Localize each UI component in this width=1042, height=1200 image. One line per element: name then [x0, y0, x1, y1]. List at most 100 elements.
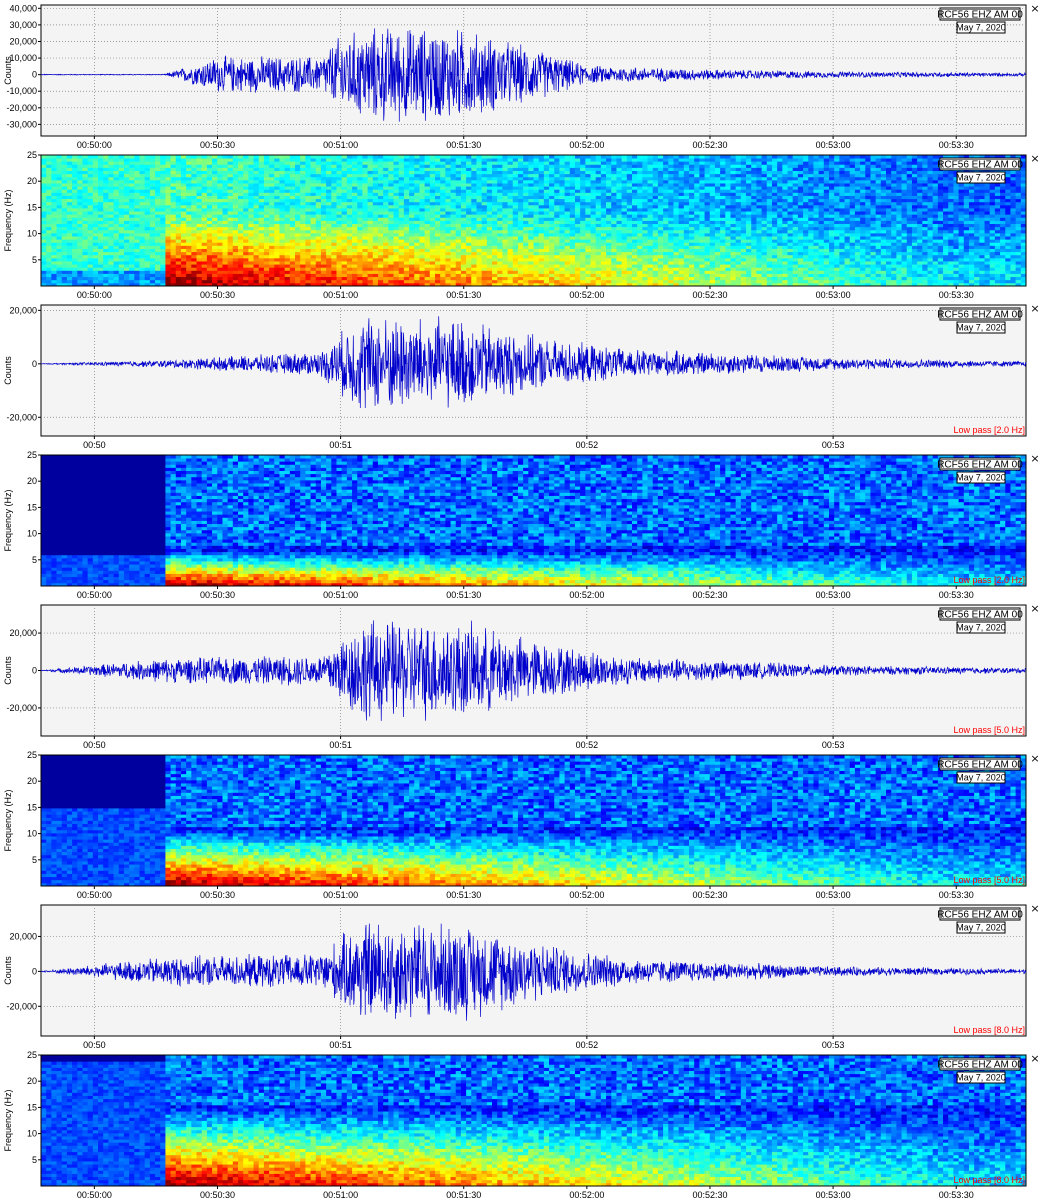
- x-tick-label: 00:52:30: [692, 890, 727, 900]
- x-tick-label: 00:51:30: [446, 290, 481, 300]
- x-tick-label: 00:51: [329, 1040, 352, 1050]
- x-tick-label: 00:52:30: [692, 1190, 727, 1200]
- date-label: May 7, 2020: [956, 621, 1006, 634]
- station-label: RCF56 EHZ AM 00: [937, 1057, 1023, 1071]
- y-tick-label: 5: [32, 1155, 37, 1165]
- spectrogram-panel-5: 00:50:00 00:50:30 00:51:00 00:51:30 00:52:00…: [0, 750, 1042, 900]
- x-tick-label: 00:51:00: [323, 590, 358, 600]
- x-tick-label: 00:52:30: [692, 290, 727, 300]
- x-tick-label: 00:53:30: [939, 590, 974, 600]
- y-tick-label: 15: [27, 802, 37, 812]
- station-name: RCF56 EHZ AM 00: [937, 160, 1023, 171]
- filter-label: Low pass [8.0 Hz]: [953, 1175, 1025, 1185]
- y-axis-label: Frequency (Hz): [3, 489, 13, 551]
- x-tick-label: 00:53:30: [939, 1190, 974, 1200]
- station-label: RCF56 EHZ AM 00: [937, 907, 1023, 921]
- station-name: RCF56 EHZ AM 00: [937, 910, 1023, 921]
- y-tick-label: 20,000: [9, 36, 37, 46]
- x-tick-label: 00:52:30: [692, 140, 727, 150]
- x-tick-label: 00:53:00: [816, 890, 851, 900]
- date-label: May 7, 2020: [956, 171, 1006, 184]
- x-tick-label: 00:53:30: [939, 890, 974, 900]
- station-name: RCF56 EHZ AM 00: [937, 760, 1023, 771]
- y-tick-label: 15: [27, 202, 37, 212]
- close-icon[interactable]: ×: [1030, 902, 1039, 915]
- date-label: May 7, 2020: [956, 471, 1006, 484]
- close-icon[interactable]: ×: [1030, 302, 1039, 315]
- station-label: RCF56 EHZ AM 00: [937, 307, 1023, 321]
- station-name: RCF56 EHZ AM 00: [937, 460, 1023, 471]
- x-tick-label: 00:52:00: [569, 590, 604, 600]
- x-tick-label: 00:52: [576, 740, 599, 750]
- waveform-panel-2: 00:50 00:51 00:52 00:53 -20,000 0 20,000 Counts…: [0, 300, 1042, 450]
- y-tick-label: -30,000: [6, 119, 37, 129]
- x-tick-label: 00:52:00: [569, 1190, 604, 1200]
- y-tick-label: -20,000: [6, 1001, 37, 1011]
- y-tick-label: 15: [27, 1102, 37, 1112]
- y-tick-label: 10: [27, 829, 37, 839]
- y-tick-label: 10: [27, 1129, 37, 1139]
- x-tick-label: 00:51: [329, 740, 352, 750]
- x-tick-label: 00:50: [83, 440, 106, 450]
- y-tick-label: 0: [32, 359, 37, 369]
- date-text: May 7, 2020: [956, 23, 1006, 33]
- x-tick-label: 00:51:00: [323, 290, 358, 300]
- spectrogram-cells: [41, 1055, 1027, 1187]
- y-tick-label: 5: [32, 255, 37, 265]
- y-axis-label: Counts: [3, 656, 13, 685]
- y-tick-label: -20,000: [6, 103, 37, 113]
- waveform-panel-0: 00:50:00 00:50:30 00:51:00 00:51:30 00:52:00…: [0, 0, 1042, 150]
- y-tick-label: 20,000: [9, 305, 37, 315]
- y-tick-label: 40,000: [9, 3, 37, 13]
- x-tick-label: 00:52:00: [569, 890, 604, 900]
- y-tick-label: 0: [32, 70, 37, 80]
- close-icon[interactable]: ×: [1030, 452, 1039, 465]
- spectrogram-chart: 00:50:00 00:50:30 00:51:00 00:51:30 00:52:00…: [3, 750, 1040, 900]
- x-tick-label: 00:50:00: [77, 1190, 112, 1200]
- y-tick-label: 30,000: [9, 20, 37, 30]
- x-tick-label: 00:53:30: [939, 290, 974, 300]
- x-tick-label: 00:50:00: [77, 290, 112, 300]
- x-tick-label: 00:51:30: [446, 1190, 481, 1200]
- y-tick-label: 20: [27, 176, 37, 186]
- waveform-chart: 00:50 00:51 00:52 00:53 -20,000 0 20,000 Counts…: [3, 602, 1040, 750]
- x-tick-label: 00:53:00: [816, 140, 851, 150]
- waveform-chart: 00:50:00 00:50:30 00:51:00 00:51:30 00:52:00…: [3, 2, 1040, 150]
- y-axis-label: Frequency (Hz): [3, 789, 13, 851]
- y-tick-label: 20: [27, 1076, 37, 1086]
- x-tick-label: 00:50:00: [77, 590, 112, 600]
- x-tick-label: 00:51:30: [446, 590, 481, 600]
- station-label: RCF56 EHZ AM 00: [937, 757, 1023, 771]
- spectrogram-panel-7: 00:50:00 00:50:30 00:51:00 00:51:30 00:52:00…: [0, 1050, 1042, 1200]
- x-tick-label: 00:50: [83, 1040, 106, 1050]
- x-tick-label: 00:52: [576, 1040, 599, 1050]
- close-icon[interactable]: ×: [1030, 152, 1039, 165]
- waveform-panel-4: 00:50 00:51 00:52 00:53 -20,000 0 20,000 Counts…: [0, 600, 1042, 750]
- waveform-chart: 00:50 00:51 00:52 00:53 -20,000 0 20,000 Counts…: [3, 302, 1040, 450]
- close-icon[interactable]: ×: [1030, 2, 1039, 15]
- spectrogram-panel-1: 00:50:00 00:50:30 00:51:00 00:51:30 00:52:00…: [0, 150, 1042, 300]
- y-tick-label: -20,000: [6, 412, 37, 422]
- station-label: RCF56 EHZ AM 00: [937, 157, 1023, 171]
- filter-label: Low pass [2.0 Hz]: [953, 425, 1025, 435]
- date-label: May 7, 2020: [956, 1071, 1006, 1084]
- y-axis-label: Counts: [3, 356, 13, 385]
- x-tick-label: 00:53:00: [816, 290, 851, 300]
- y-tick-label: -20,000: [6, 703, 37, 713]
- spectrogram-chart: 00:50:00 00:50:30 00:51:00 00:51:30 00:52:00…: [3, 450, 1040, 600]
- x-tick-label: 00:50:30: [200, 890, 235, 900]
- close-icon[interactable]: ×: [1030, 1052, 1039, 1065]
- x-tick-label: 00:50:00: [77, 140, 112, 150]
- close-icon[interactable]: ×: [1030, 752, 1039, 765]
- y-axis-label: Frequency (Hz): [3, 189, 13, 251]
- y-tick-label: 10: [27, 229, 37, 239]
- filter-label: Low pass [5.0 Hz]: [953, 725, 1025, 735]
- date-label: May 7, 2020: [956, 321, 1006, 334]
- station-label: RCF56 EHZ AM 00: [937, 7, 1023, 21]
- x-tick-label: 00:53: [822, 740, 845, 750]
- x-tick-label: 00:50:30: [200, 290, 235, 300]
- x-tick-label: 00:51:30: [446, 140, 481, 150]
- filter-label: Low pass [5.0 Hz]: [953, 875, 1025, 885]
- close-icon[interactable]: ×: [1030, 602, 1039, 615]
- spectrogram-panel-3: 00:50:00 00:50:30 00:51:00 00:51:30 00:52:00…: [0, 450, 1042, 600]
